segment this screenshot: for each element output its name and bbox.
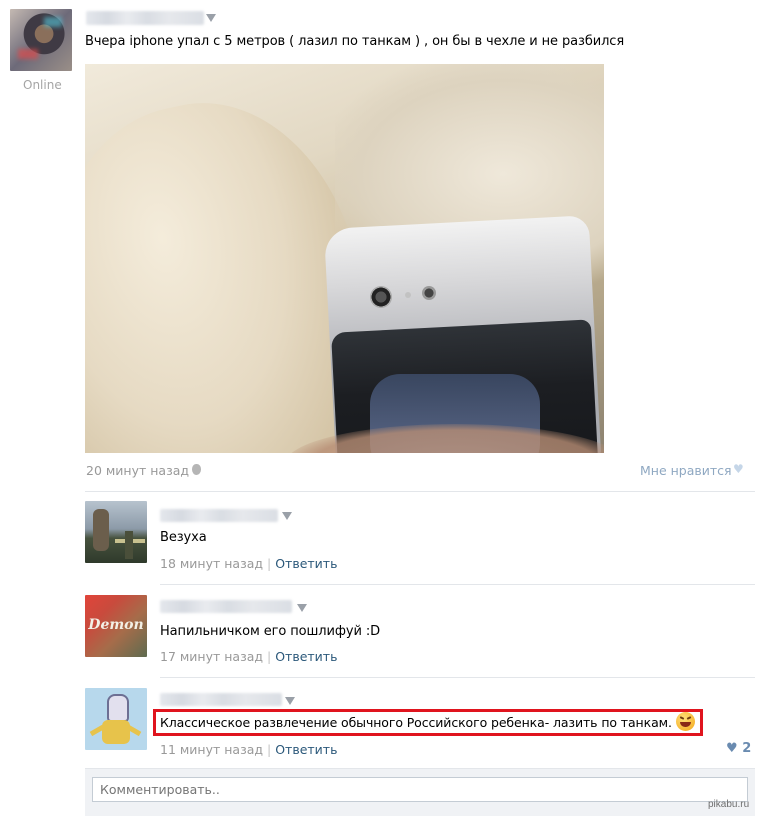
heart-icon: ♥ (726, 741, 738, 756)
comment-input[interactable] (92, 777, 748, 802)
laughing-emoji-icon (676, 712, 695, 731)
separator: | (267, 742, 276, 757)
comment-divider (160, 584, 755, 585)
post-divider (85, 491, 755, 492)
comment-avatar[interactable] (85, 501, 147, 563)
comment-avatar[interactable]: Demon (85, 595, 147, 657)
post-timestamp[interactable]: 20 минут назад (86, 463, 189, 478)
reply-button[interactable]: Ответить (275, 556, 337, 571)
comment-text: Классическое развлечение обычного Россий… (160, 715, 672, 730)
like-button[interactable]: Мне нравится (640, 463, 732, 478)
comment-author-name[interactable] (160, 600, 292, 613)
post-author-avatar[interactable] (10, 9, 72, 71)
watermark: pikabu.ru (708, 799, 750, 810)
comment-like-count: 2 (742, 741, 752, 756)
comment-time[interactable]: 18 минут назад (160, 556, 263, 571)
comment-text: Напильничком его пошлифуй :D (160, 624, 381, 639)
comment-avatar[interactable] (85, 688, 147, 750)
avatar-label: Demon (88, 617, 144, 633)
reply-button[interactable]: Ответить (275, 649, 337, 664)
post-photo[interactable] (85, 64, 604, 453)
post-author-name[interactable] (86, 11, 204, 25)
comment-like-button[interactable]: ♥ 2 (726, 741, 751, 756)
online-status: Online (23, 78, 62, 92)
post-menu-arrow-icon[interactable] (206, 14, 216, 22)
comment-footer: 17 минут назад | Ответить (160, 649, 337, 664)
comment-divider (160, 677, 755, 678)
comment-text: Везуха (160, 530, 207, 545)
comment-time[interactable]: 11 минут назад (160, 742, 263, 757)
separator: | (267, 556, 276, 571)
comment-menu-arrow-icon[interactable] (282, 512, 292, 520)
comment-footer: 11 минут назад | Ответить (160, 742, 337, 757)
comment-author-name[interactable] (160, 509, 278, 522)
comment-footer: 18 минут назад | Ответить (160, 556, 337, 571)
heart-icon[interactable]: ♥ (733, 463, 745, 475)
apple-icon (192, 464, 201, 475)
comment-menu-arrow-icon[interactable] (285, 697, 295, 705)
comment-author-name[interactable] (160, 693, 282, 706)
separator: | (267, 649, 276, 664)
comment-menu-arrow-icon[interactable] (297, 604, 307, 612)
comment-time[interactable]: 17 минут назад (160, 649, 263, 664)
post-text: Вчера iphone упал с 5 метров ( лазил по … (85, 34, 625, 49)
reply-button[interactable]: Ответить (275, 742, 337, 757)
